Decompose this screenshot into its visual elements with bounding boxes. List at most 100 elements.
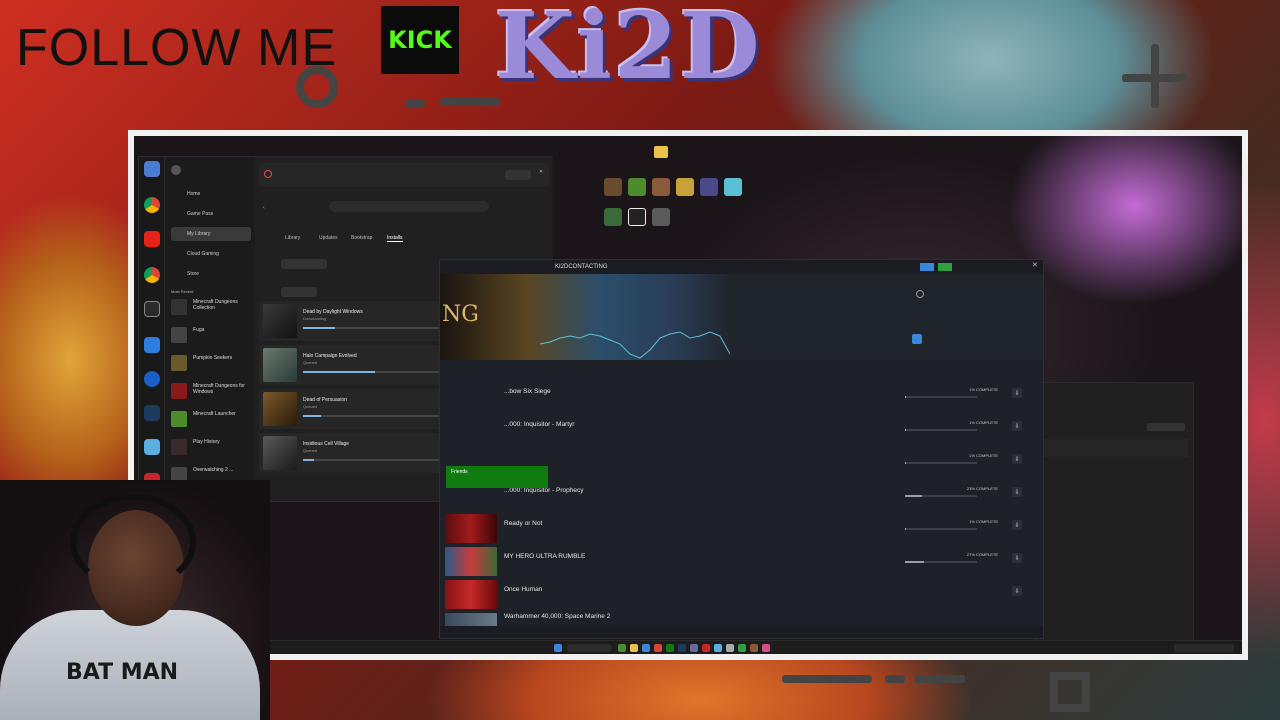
taskbar-app-icon[interactable] (678, 644, 686, 652)
window-button[interactable] (938, 263, 952, 271)
taskbar-app-icon[interactable] (762, 644, 770, 652)
download-icon[interactable]: ⇩ (1012, 586, 1022, 596)
tab-installs[interactable]: Installs (387, 235, 403, 242)
download-icon[interactable]: ⇩ (1012, 421, 1022, 431)
desktop-app-icon[interactable] (604, 178, 622, 196)
recent-game-title[interactable]: Minecraft Launcher (193, 411, 255, 417)
streamer-shirt: BAT MAN (0, 610, 260, 720)
close-icon[interactable]: ✕ (1032, 261, 1038, 269)
most-recent-label: Most Recent (171, 289, 194, 294)
kick-logo: KICK (381, 6, 459, 74)
install-percent: 1% COMPLETE (969, 420, 998, 425)
youtube-icon[interactable] (144, 231, 160, 247)
sidebar-item-cloud-gaming[interactable]: Cloud Gaming (171, 247, 251, 261)
download-status: Downloading (303, 316, 327, 321)
recent-game-title[interactable]: Play History (193, 439, 255, 445)
desktop-app-icon[interactable] (652, 178, 670, 196)
taskbar-app-icon[interactable] (618, 644, 626, 652)
steam-icon[interactable] (144, 405, 160, 421)
epic-games-icon[interactable] (144, 301, 160, 317)
taskbar-app-icon[interactable] (726, 644, 734, 652)
game-thumbnail (263, 348, 297, 382)
minecraft-icon[interactable] (628, 178, 646, 196)
game-row[interactable]: Ready or Not 1% COMPLETE ⇩ (440, 512, 1043, 545)
download-icon[interactable]: ⇩ (1012, 520, 1022, 530)
recent-game-title[interactable]: Minecraft Dungeons for Windows (193, 383, 255, 395)
desktop-app-icon[interactable] (724, 178, 742, 196)
ubisoft-connect-window[interactable]: KI2DCONTACTING ✕ NG ...bow Six Siege 1% … (439, 259, 1044, 639)
sidebar-item-store[interactable]: Store (171, 267, 251, 281)
taskbar-app-icon[interactable] (642, 644, 650, 652)
taskbar-app-icon[interactable] (750, 644, 758, 652)
window-panel (1043, 439, 1188, 457)
install-progress (905, 429, 977, 431)
close-icon[interactable]: ✕ (539, 169, 543, 175)
download-icon[interactable]: ⇩ (1012, 553, 1022, 563)
folder-icon[interactable] (654, 146, 668, 158)
taskbar-app-icon[interactable] (702, 644, 710, 652)
recycle-bin-icon[interactable] (144, 161, 160, 177)
sidebar-item-game-pass[interactable]: Game Pass (171, 207, 251, 221)
taskbar-app-icon[interactable] (654, 644, 662, 652)
window-button[interactable] (920, 263, 934, 271)
game-thumbnail (445, 514, 497, 543)
status-bar (440, 626, 1043, 638)
chrome-icon[interactable] (144, 267, 160, 283)
game-thumbnail (263, 392, 297, 426)
taskbar-app-icon[interactable] (690, 644, 698, 652)
sort-button[interactable] (281, 287, 317, 297)
profile-avatar[interactable] (171, 165, 181, 175)
settings-gear-icon[interactable] (916, 290, 924, 298)
search-input[interactable] (329, 201, 489, 212)
window-title: KI2DCONTACTING (555, 264, 608, 270)
system-tray[interactable] (1174, 644, 1234, 652)
app-icon[interactable] (144, 337, 160, 353)
game-row[interactable]: MY HERO ULTRA RUMBLE 27% COMPLETE ⇩ (440, 545, 1043, 578)
recent-game-title[interactable]: Pumpkin Seekers (193, 355, 255, 361)
download-icon[interactable]: ⇩ (1012, 454, 1022, 464)
pause-icon[interactable] (912, 334, 922, 344)
game-name: ...000: Inquisitor - Martyr (504, 421, 575, 428)
window-button[interactable] (1147, 423, 1185, 431)
desktop-app-icon[interactable] (652, 208, 670, 226)
banner-action-button[interactable] (505, 170, 531, 180)
desktop-app-icon[interactable] (628, 208, 646, 226)
desktop-app-icon[interactable] (676, 178, 694, 196)
xbox-app-rail (139, 157, 165, 501)
desktop-app-icon[interactable] (604, 208, 622, 226)
search-box[interactable] (566, 644, 612, 652)
friends-toast-label: Friends (451, 469, 468, 475)
sidebar-item-my-library[interactable]: My Library (171, 227, 251, 241)
download-title: Halo Campaign Evolved (303, 353, 357, 359)
windows-taskbar (134, 640, 1242, 654)
friends-toast[interactable]: Friends (446, 466, 548, 488)
recent-game-title[interactable]: Fuga (193, 327, 255, 333)
chrome-icon[interactable] (144, 197, 160, 213)
download-icon[interactable]: ⇩ (1012, 487, 1022, 497)
game-name: MY HERO ULTRA RUMBLE (504, 553, 586, 560)
taskbar-app-icon[interactable] (714, 644, 722, 652)
background-window[interactable] (1034, 382, 1194, 645)
tab-updates[interactable]: Updates (319, 235, 338, 241)
sidebar-item-home[interactable]: Home (171, 187, 251, 201)
recent-game-title[interactable]: Minecraft Dungeons Collection (193, 299, 255, 311)
back-arrow-icon[interactable]: ‹ (263, 205, 265, 211)
webcam-feed: BAT MAN (0, 480, 270, 720)
taskbar-app-icon[interactable] (630, 644, 638, 652)
tab-library[interactable]: Library (285, 235, 300, 241)
game-name: Ready or Not (504, 520, 543, 527)
game-row[interactable]: ...bow Six Siege 1% COMPLETE ⇩ (440, 380, 1043, 413)
game-row[interactable]: Once Human ⇩ (440, 578, 1043, 611)
start-icon[interactable] (554, 644, 562, 652)
taskbar-app-icon[interactable] (666, 644, 674, 652)
overlay-bar-decoration (440, 98, 500, 106)
ea-icon[interactable] (144, 371, 160, 387)
tab-bootstrap[interactable]: Bootstrap (351, 235, 372, 241)
filter-button[interactable] (281, 259, 327, 269)
recent-game-title[interactable]: Overwatching 2 ... (193, 467, 255, 473)
app-icon[interactable] (144, 439, 160, 455)
game-row[interactable]: ...000: Inquisitor - Martyr 1% COMPLETE … (440, 413, 1043, 446)
download-icon[interactable]: ⇩ (1012, 388, 1022, 398)
desktop-app-icon[interactable] (700, 178, 718, 196)
taskbar-app-icon[interactable] (738, 644, 746, 652)
